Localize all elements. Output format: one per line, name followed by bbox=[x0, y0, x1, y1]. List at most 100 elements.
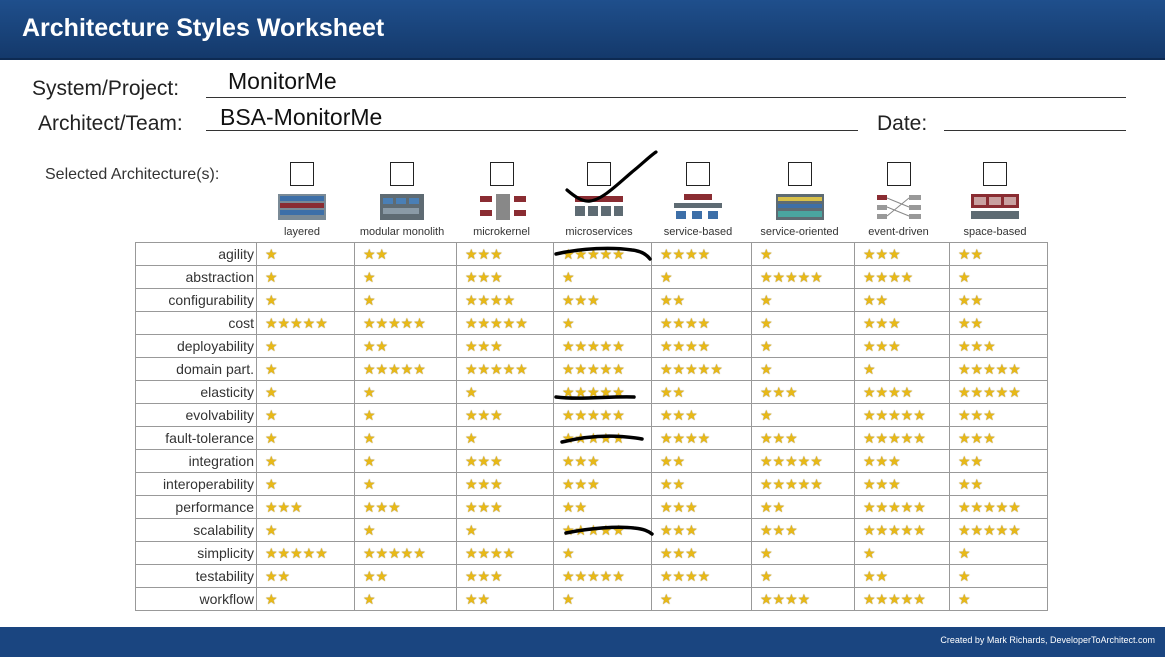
checkbox-modular-monolith[interactable] bbox=[390, 162, 414, 186]
star-rating: ★★ bbox=[651, 380, 752, 404]
architecture-name: microkernel bbox=[473, 226, 530, 238]
star-rating: ★★★ bbox=[651, 403, 752, 427]
footer-credit: Created by Mark Richards, DeveloperToArc… bbox=[940, 635, 1155, 645]
system-project-label: System/Project: bbox=[32, 77, 180, 100]
star-rating: ★★★ bbox=[751, 518, 855, 542]
architecture-column-microkernel: microkernel bbox=[453, 162, 550, 240]
star-rating: ★ bbox=[651, 265, 752, 289]
star-rating: ★★ bbox=[553, 495, 652, 519]
star-rating: ★ bbox=[553, 587, 652, 611]
checkbox-space-based[interactable] bbox=[983, 162, 1007, 186]
star-rating: ★★★★ bbox=[456, 541, 554, 565]
star-rating: ★★★★★ bbox=[256, 311, 355, 335]
checkbox-service-oriented[interactable] bbox=[787, 162, 812, 186]
strike-agility bbox=[554, 246, 652, 261]
attribute-label: integration bbox=[135, 449, 257, 473]
architecture-diagram-icon bbox=[674, 194, 722, 219]
attribute-label: cost bbox=[135, 311, 257, 335]
star-rating: ★ bbox=[256, 472, 355, 496]
attribute-label: evolvability bbox=[135, 403, 257, 427]
architect-team-value[interactable]: BSA-MonitorMe bbox=[220, 104, 382, 131]
star-rating: ★★★★★ bbox=[354, 357, 457, 381]
star-rating: ★ bbox=[256, 587, 355, 611]
attribute-label: testability bbox=[135, 564, 257, 588]
table-row: domain part. ★ ★★★★★ ★★★★★ ★★★★★ ★★★★★ ★ ★ ★★★★★ bbox=[135, 357, 1048, 381]
star-rating: ★★★ bbox=[456, 265, 554, 289]
checkbox-layered[interactable] bbox=[290, 162, 314, 186]
star-rating: ★ bbox=[256, 449, 355, 473]
star-rating: ★★★★ bbox=[651, 311, 752, 335]
star-rating: ★★ bbox=[651, 472, 752, 496]
table-row: simplicity ★★★★★ ★★★★★ ★★★★ ★ ★★★ ★ ★ ★ bbox=[135, 541, 1048, 565]
star-rating: ★★★ bbox=[854, 334, 950, 358]
star-rating: ★★★★★ bbox=[854, 518, 950, 542]
architecture-column-service-oriented: service-oriented bbox=[748, 162, 851, 240]
architecture-name: layered bbox=[283, 226, 321, 238]
star-rating: ★ bbox=[354, 288, 457, 312]
table-row: workflow ★ ★ ★★ ★ ★ ★★★★ ★★★★★ ★ bbox=[135, 587, 1048, 611]
page-title: Architecture Styles Worksheet bbox=[22, 14, 385, 42]
star-rating: ★★ bbox=[354, 242, 457, 266]
attribute-label: interoperability bbox=[135, 472, 257, 496]
star-rating: ★★★★★ bbox=[949, 357, 1048, 381]
architecture-diagram-icon bbox=[380, 194, 424, 220]
star-rating: ★ bbox=[854, 541, 950, 565]
star-rating: ★★★ bbox=[949, 403, 1048, 427]
star-rating: ★★★ bbox=[854, 472, 950, 496]
star-rating: ★ bbox=[751, 242, 855, 266]
architecture-name: event-driven bbox=[868, 226, 929, 238]
star-rating: ★★★ bbox=[854, 242, 950, 266]
architecture-diagram-icon bbox=[971, 194, 1019, 219]
table-row: cost ★★★★★ ★★★★★ ★★★★★ ★ ★★★★ ★ ★★★ ★★ bbox=[135, 311, 1048, 335]
star-rating: ★★★★★ bbox=[354, 541, 457, 565]
architecture-diagram-icon bbox=[278, 194, 326, 220]
attribute-label: elasticity bbox=[135, 380, 257, 404]
checkbox-event-driven[interactable] bbox=[886, 162, 911, 186]
star-rating: ★★★★ bbox=[854, 380, 950, 404]
star-rating: ★ bbox=[354, 265, 457, 289]
star-rating: ★★ bbox=[651, 449, 752, 473]
star-rating: ★ bbox=[949, 587, 1048, 611]
star-rating: ★★★★ bbox=[651, 334, 752, 358]
star-rating: ★ bbox=[553, 541, 652, 565]
star-rating: ★★★ bbox=[949, 426, 1048, 450]
checkbox-service-based[interactable] bbox=[686, 162, 710, 186]
star-rating: ★★★ bbox=[854, 311, 950, 335]
system-project-value[interactable]: MonitorMe bbox=[228, 68, 337, 95]
star-rating: ★★★★★ bbox=[256, 541, 355, 565]
star-rating: ★★★ bbox=[456, 495, 554, 519]
checkbox-microkernel[interactable] bbox=[489, 162, 514, 186]
star-rating: ★★★ bbox=[456, 472, 554, 496]
star-rating: ★★ bbox=[949, 472, 1048, 496]
star-rating: ★★★ bbox=[751, 426, 855, 450]
star-rating: ★★★★ bbox=[651, 242, 752, 266]
selected-architectures-label: Selected Architecture(s): bbox=[45, 166, 220, 183]
star-rating: ★ bbox=[751, 357, 855, 381]
star-rating: ★ bbox=[354, 380, 457, 404]
attribute-label: agility bbox=[135, 242, 257, 266]
star-rating: ★★ bbox=[949, 242, 1048, 266]
star-rating: ★★★ bbox=[256, 495, 355, 519]
attribute-label: fault-tolerance bbox=[135, 426, 257, 450]
architect-team-label: Architect/Team: bbox=[38, 112, 183, 135]
star-rating: ★★★ bbox=[456, 242, 554, 266]
star-rating: ★ bbox=[256, 403, 355, 427]
star-rating: ★★★ bbox=[854, 449, 950, 473]
date-label: Date: bbox=[877, 112, 928, 135]
table-row: integration ★ ★ ★★★ ★★★ ★★ ★★★★★ ★★★ ★★ bbox=[135, 449, 1048, 473]
star-rating: ★★★★★ bbox=[854, 587, 950, 611]
table-row: abstraction ★ ★ ★★★ ★ ★ ★★★★★ ★★★★ ★ bbox=[135, 265, 1048, 289]
star-rating: ★★★ bbox=[456, 449, 554, 473]
table-row: deployability ★ ★★ ★★★ ★★★★★ ★★★★ ★ ★★★ ★★★ bbox=[135, 334, 1048, 358]
architecture-column-layered: layered bbox=[253, 162, 351, 240]
ratings-table: agility ★ ★★ ★★★ ★★★★★ ★★★★ ★ ★★★ ★★ abstraction ★… bbox=[135, 242, 1048, 611]
star-rating: ★★★ bbox=[949, 334, 1048, 358]
attribute-label: configurability bbox=[135, 288, 257, 312]
footer-bar: Created by Mark Richards, DeveloperToArc… bbox=[0, 627, 1165, 657]
star-rating: ★ bbox=[751, 288, 855, 312]
star-rating: ★ bbox=[354, 518, 457, 542]
date-line bbox=[944, 130, 1126, 131]
star-rating: ★ bbox=[751, 311, 855, 335]
star-rating: ★ bbox=[553, 311, 652, 335]
architecture-name: space-based bbox=[963, 226, 1027, 238]
